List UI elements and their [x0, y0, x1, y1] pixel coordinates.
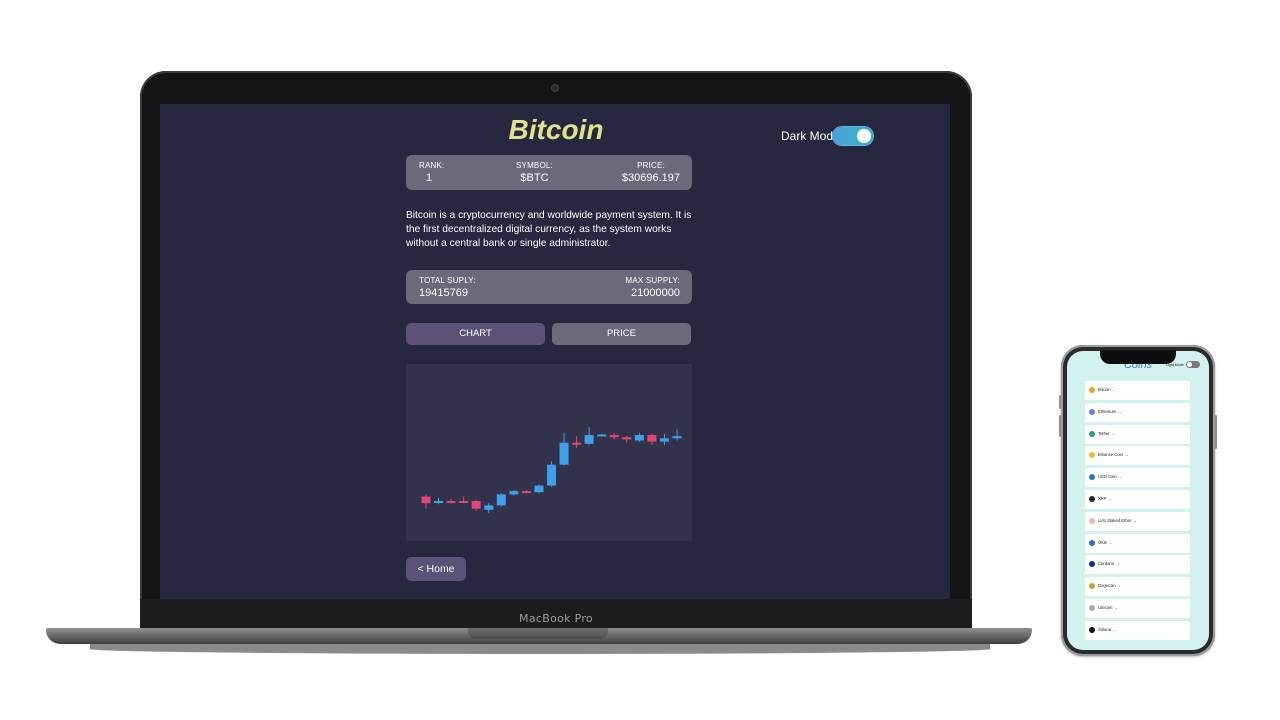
price-label: PRICE:	[637, 161, 665, 170]
candle-body	[471, 501, 481, 509]
toggle-knob	[1187, 362, 1192, 367]
candle-body	[459, 501, 469, 503]
candle-body	[659, 438, 669, 442]
max-supply-label: MAX SUPPLY:	[625, 276, 680, 285]
candlestick-svg	[421, 427, 682, 514]
laptop-shadow	[90, 644, 990, 654]
coin-name: Binance Coin →	[1098, 452, 1129, 458]
candle-body	[547, 464, 556, 486]
coin-list-item[interactable]: Lido Staked Ether →	[1085, 511, 1190, 531]
candle-body	[609, 435, 619, 438]
phone-screen: Coins Light Mode Bitcoin → Ethereum → Teth…	[1067, 351, 1209, 650]
candle-body	[559, 442, 569, 465]
coin-list-item[interactable]: XRP →	[1085, 489, 1190, 509]
total-supply-label: TOTAL SUPLY:	[419, 276, 476, 285]
coin-name: Tether →	[1098, 430, 1115, 436]
price-value: $30696.197	[621, 172, 680, 184]
candlestick-chart	[406, 364, 692, 541]
phone-volume-button	[1059, 415, 1061, 437]
symbol-value: $BTC	[520, 172, 549, 184]
max-supply-field: MAX SUPPLY: 21000000	[625, 276, 680, 299]
coin-logo-icon	[1089, 474, 1095, 481]
supply-card: TOTAL SUPLY: 19415769 MAX SUPPLY: 210000…	[406, 270, 692, 304]
rank-field: RANK: 1	[419, 161, 444, 184]
camera-icon	[552, 85, 558, 91]
coin-logo-icon	[1089, 495, 1095, 502]
page-title: Bitcoin	[508, 114, 604, 145]
max-supply-value: 21000000	[631, 287, 680, 299]
laptop-screen: Bitcoin Dark Mode RANK: 1 SYMBOL: $BTC P…	[160, 104, 950, 599]
candle-body	[634, 435, 644, 441]
candle-body	[521, 491, 531, 494]
coin-name: Solana →	[1098, 626, 1117, 632]
coin-list: Bitcoin → Ethereum → Tether → Binance Coin …	[1085, 381, 1190, 643]
coin-logo-icon	[1089, 408, 1095, 415]
candle-body	[484, 505, 494, 510]
rank-label: RANK:	[419, 161, 445, 170]
coin-logo-icon	[1089, 387, 1095, 393]
phone-side-button	[1059, 395, 1061, 409]
coin-name: Dogecoin →	[1098, 583, 1122, 589]
coin-name: Bitcoin →	[1098, 387, 1116, 392]
candle-body	[584, 435, 594, 444]
phone-power-button	[1215, 415, 1217, 449]
candle-body	[509, 491, 519, 495]
symbol-label: SYMBOL:	[516, 161, 553, 170]
coin-list-item[interactable]: Litecoin →	[1085, 598, 1190, 618]
laptop-notch	[468, 628, 608, 639]
coin-list-item[interactable]: Bitcoin →	[1085, 381, 1190, 400]
price-tab-button[interactable]: PRICE	[552, 323, 691, 345]
candle-body	[446, 501, 456, 503]
toggle-knob	[857, 129, 871, 143]
coin-name: USD Coin →	[1098, 474, 1122, 480]
candle-body	[672, 436, 682, 439]
candle-body	[647, 435, 657, 442]
coin-list-item[interactable]: Tether →	[1085, 424, 1190, 444]
coin-logo-icon	[1089, 561, 1095, 568]
coin-description: Bitcoin is a cryptocurrency and worldwid…	[406, 210, 692, 249]
coin-name: Litecoin →	[1098, 604, 1118, 610]
coin-name: OKB →	[1098, 539, 1113, 545]
coin-logo-icon	[1089, 583, 1095, 590]
coin-name: Cardano →	[1098, 561, 1120, 567]
price-field: PRICE: $30696.197	[622, 161, 680, 184]
phone-notch	[1100, 350, 1176, 364]
coin-name: Ethereum →	[1098, 408, 1122, 414]
dark-mode-label: Dark Mode	[781, 129, 840, 143]
candle-body	[597, 434, 607, 437]
coin-list-item[interactable]: Ethereum →	[1085, 402, 1190, 422]
chart-tab-button[interactable]: CHART	[406, 323, 545, 345]
coin-logo-icon	[1089, 626, 1095, 633]
coin-list-item[interactable]: USD Coin →	[1085, 468, 1190, 488]
coin-name: Lido Staked Ether →	[1098, 517, 1137, 523]
rank-value: 1	[426, 172, 433, 184]
home-button[interactable]: < Home	[406, 557, 466, 581]
candle-body	[434, 501, 444, 503]
candle-body	[534, 485, 544, 493]
coin-list-item[interactable]: Dogecoin →	[1085, 577, 1190, 597]
coin-logo-icon	[1089, 452, 1095, 459]
coin-list-item[interactable]: Cardano →	[1085, 555, 1190, 575]
light-mode-toggle[interactable]	[1186, 361, 1200, 368]
coin-logo-icon	[1089, 539, 1095, 546]
coin-logo-icon	[1089, 517, 1095, 524]
coin-logo-icon	[1089, 604, 1095, 611]
coin-name: XRP →	[1098, 495, 1112, 501]
device-brand-label: MacBook Pro	[519, 612, 593, 625]
total-supply-value: 19415769	[419, 287, 468, 299]
candle-body	[572, 442, 582, 445]
coin-list-item[interactable]: OKB →	[1085, 533, 1190, 553]
coin-list-item[interactable]: Solana →	[1085, 620, 1190, 640]
coin-logo-icon	[1089, 430, 1095, 437]
total-supply-field: TOTAL SUPLY: 19415769	[419, 276, 476, 299]
coin-list-item[interactable]: Binance Coin →	[1085, 446, 1190, 466]
candle-body	[622, 437, 632, 440]
candle-body	[421, 496, 431, 504]
symbol-field: SYMBOL: $BTC	[516, 161, 553, 184]
candle-body	[496, 494, 506, 506]
coin-stats-card: RANK: 1 SYMBOL: $BTC PRICE: $30696.197	[406, 155, 692, 190]
dark-mode-toggle[interactable]	[833, 127, 873, 145]
